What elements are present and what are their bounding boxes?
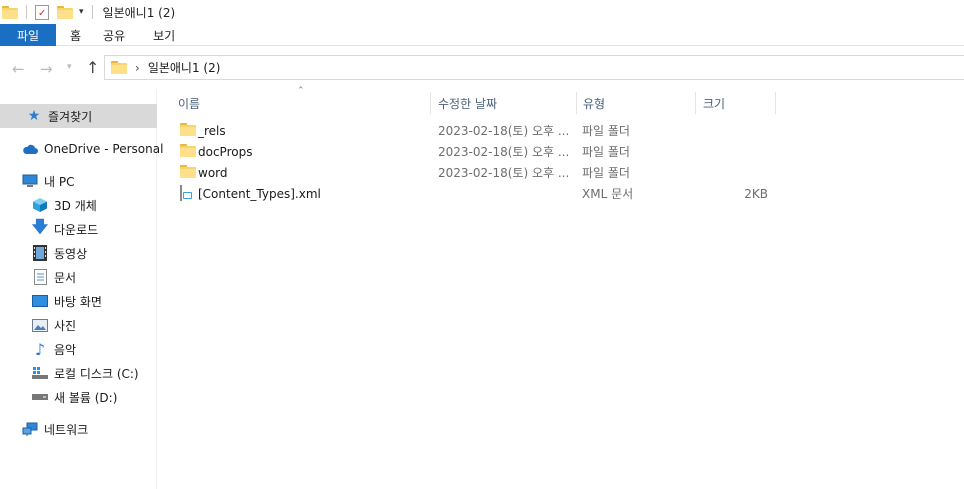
nav-item-label: 음악 xyxy=(54,342,77,357)
address-path[interactable]: 일본애니1 (2) xyxy=(148,59,221,76)
file-size xyxy=(700,162,768,183)
tab-share[interactable]: 공유 xyxy=(89,24,139,46)
file-row[interactable]: word 2023-02-18(토) 오후 ... 파일 폴더 xyxy=(160,162,800,183)
column-divider[interactable] xyxy=(430,92,431,114)
nav-item-label: 문서 xyxy=(54,270,77,285)
nav-item-label: 네트워크 xyxy=(44,422,89,437)
ribbon-tabs: 파일 홈 공유 보기 xyxy=(0,24,964,46)
folder-icon xyxy=(2,5,18,19)
folder-icon xyxy=(180,144,196,157)
download-icon: 🡇 xyxy=(31,216,49,236)
folder-icon xyxy=(180,123,196,136)
navigation-pane: ★ 즐겨찾기 OneDrive - Personal 내 PC 3D 개체 🡇 … xyxy=(0,90,163,489)
file-type: XML 문서 xyxy=(582,187,634,201)
tab-file[interactable]: 파일 xyxy=(0,24,56,46)
star-icon: ★ xyxy=(27,108,41,124)
tab-home[interactable]: 홈 xyxy=(56,24,89,46)
column-header-name[interactable]: 이름 xyxy=(178,90,430,116)
nav-item-videos[interactable]: 동영상 xyxy=(0,241,157,265)
column-header-size[interactable]: 크기 xyxy=(703,90,775,116)
drive-c-icon xyxy=(32,365,48,381)
column-divider[interactable] xyxy=(695,92,696,114)
window-title: 일본애니1 (2) xyxy=(102,5,176,20)
new-folder-icon[interactable] xyxy=(57,5,73,19)
music-icon: ♪ xyxy=(34,339,46,359)
nav-item-label: 동영상 xyxy=(54,246,88,261)
nav-item-label: 내 PC xyxy=(44,174,75,189)
file-type: 파일 폴더 xyxy=(582,145,630,159)
folder-icon xyxy=(111,61,127,74)
quick-access-toolbar: ✓ ▾ xyxy=(0,0,101,24)
nav-item-onedrive[interactable]: OneDrive - Personal xyxy=(0,137,163,161)
nav-item-label: OneDrive - Personal xyxy=(44,142,164,156)
file-row[interactable]: docProps 2023-02-18(토) 오후 ... 파일 폴더 xyxy=(160,141,800,162)
nav-item-label: 로컬 디스크 (C:) xyxy=(54,366,139,381)
nav-item-network[interactable]: 네트워크 xyxy=(0,417,157,441)
file-type: 파일 폴더 xyxy=(582,124,630,138)
document-icon xyxy=(32,269,48,285)
toolbar-divider xyxy=(91,5,93,19)
file-type: 파일 폴더 xyxy=(582,166,630,180)
picture-icon xyxy=(32,317,48,333)
file-name: _rels xyxy=(198,123,226,138)
nav-item-local-disk-c[interactable]: 로컬 디스크 (C:) xyxy=(0,361,157,385)
column-header-date[interactable]: 수정한 날짜 xyxy=(438,90,576,116)
column-header-type[interactable]: 유형 xyxy=(583,90,695,116)
xml-file-icon xyxy=(180,185,182,201)
chevron-right-icon[interactable]: › xyxy=(135,61,140,75)
nav-item-label: 바탕 화면 xyxy=(54,294,102,309)
file-row[interactable]: _rels 2023-02-18(토) 오후 ... 파일 폴더 xyxy=(160,120,800,141)
toolbar-divider xyxy=(26,5,27,19)
navigation-bar: ← → ▾ ↑ › 일본애니1 (2) xyxy=(0,46,964,90)
nav-item-this-pc[interactable]: 내 PC xyxy=(0,169,157,193)
forward-arrow-icon[interactable]: → xyxy=(40,60,53,78)
recent-locations-chevron-icon[interactable]: ▾ xyxy=(67,62,72,72)
file-name: docProps xyxy=(198,144,253,159)
customize-toolbar-icon[interactable]: ▾ xyxy=(79,7,84,17)
column-divider[interactable] xyxy=(775,92,776,114)
file-date: 2023-02-18(토) 오후 ... xyxy=(438,166,570,180)
nav-item-desktop[interactable]: 바탕 화면 xyxy=(0,289,157,313)
desktop-icon xyxy=(32,293,48,309)
file-size: 2KB xyxy=(744,186,768,201)
back-arrow-icon[interactable]: ← xyxy=(12,60,25,78)
nav-item-documents[interactable]: 문서 xyxy=(0,265,157,289)
file-size xyxy=(700,120,768,141)
nav-item-label: 3D 개체 xyxy=(54,198,97,213)
nav-item-pictures[interactable]: 사진 xyxy=(0,313,157,337)
cube-icon xyxy=(32,197,48,213)
nav-item-label: 즐겨찾기 xyxy=(48,109,93,124)
title-bar: ✓ ▾ 일본애니1 (2) xyxy=(0,0,964,24)
up-arrow-icon[interactable]: ↑ xyxy=(86,58,99,77)
nav-item-quick-access[interactable]: ★ 즐겨찾기 xyxy=(0,104,157,128)
file-name: word xyxy=(198,165,228,180)
nav-item-3d-objects[interactable]: 3D 개체 xyxy=(0,193,157,217)
file-name: [Content_Types].xml xyxy=(198,186,321,201)
nav-item-label: 새 볼륨 (D:) xyxy=(54,390,118,405)
drive-d-icon xyxy=(32,389,48,405)
column-divider[interactable] xyxy=(576,92,577,114)
video-icon xyxy=(32,245,48,261)
file-row[interactable]: [Content_Types].xml XML 문서 2KB xyxy=(160,183,800,204)
nav-item-label: 사진 xyxy=(54,318,77,333)
folder-icon xyxy=(180,165,196,178)
nav-item-volume-d[interactable]: 새 볼륨 (D:) xyxy=(0,385,157,409)
file-date: 2023-02-18(토) 오후 ... xyxy=(438,145,570,159)
computer-icon xyxy=(22,173,38,189)
nav-item-music[interactable]: ♪ 음악 xyxy=(0,337,157,361)
address-bar[interactable]: › 일본애니1 (2) xyxy=(104,55,964,80)
nav-item-label: 다운로드 xyxy=(54,222,99,237)
cloud-icon xyxy=(22,141,38,157)
file-size xyxy=(700,141,768,162)
tab-view[interactable]: 보기 xyxy=(139,24,189,46)
properties-icon[interactable]: ✓ xyxy=(35,4,49,20)
network-icon xyxy=(22,421,38,437)
nav-item-downloads[interactable]: 🡇 다운로드 xyxy=(0,217,157,241)
file-date: 2023-02-18(토) 오후 ... xyxy=(438,124,570,138)
